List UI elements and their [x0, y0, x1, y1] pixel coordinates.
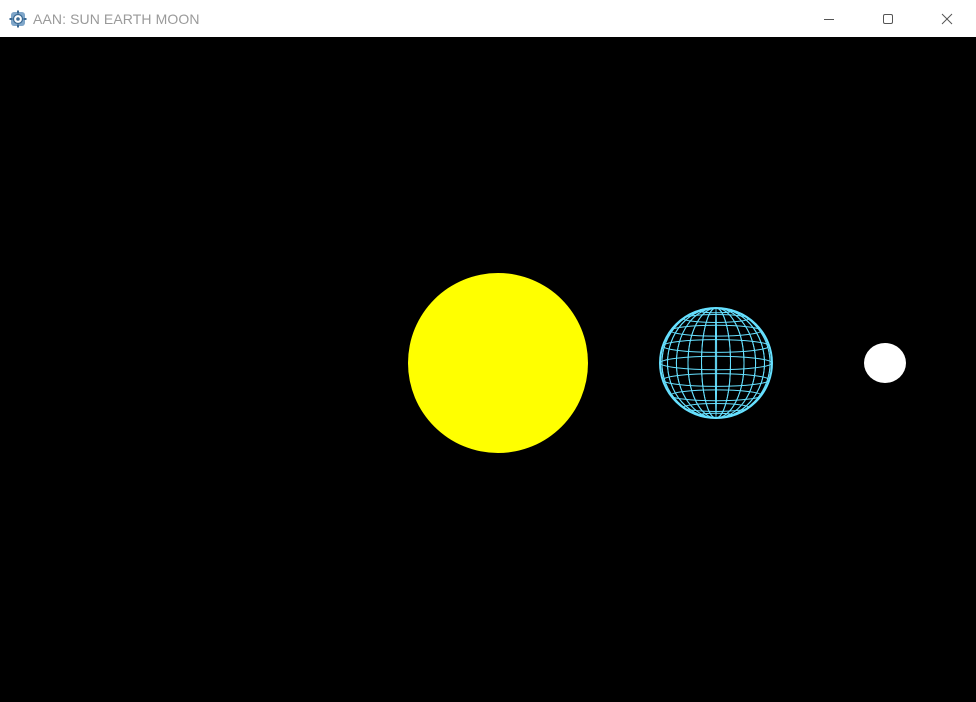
title-bar[interactable]: AAN: SUN EARTH MOON — [0, 0, 976, 37]
maximize-icon — [882, 13, 893, 24]
minimize-icon — [823, 18, 834, 20]
app-icon — [9, 10, 27, 28]
maximize-button[interactable] — [858, 0, 917, 37]
minimize-button[interactable] — [799, 0, 858, 37]
sun — [408, 273, 588, 453]
render-viewport[interactable] — [0, 37, 976, 702]
close-icon — [941, 13, 952, 24]
close-button[interactable] — [917, 0, 976, 37]
window-title: AAN: SUN EARTH MOON — [33, 10, 200, 27]
application-window: AAN: SUN EARTH MOON — [0, 0, 976, 702]
window-controls — [799, 0, 976, 37]
moon — [864, 343, 906, 383]
earth — [659, 307, 773, 419]
